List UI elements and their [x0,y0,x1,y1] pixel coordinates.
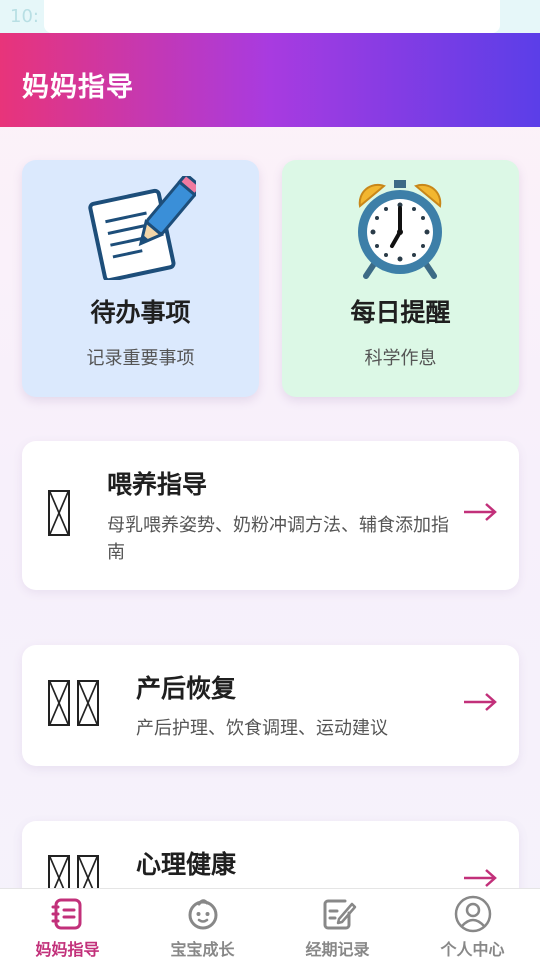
reminder-subtitle: 科学作息 [364,348,437,369]
tab-mom-guide-label: 妈妈指导 [35,940,100,959]
user-avatar-icon [454,895,491,933]
todo-subtitle: 记录重要事项 [86,348,195,369]
feeding-guide-description: 母乳喂养姿势、奶粉冲调方法、辅食添加指南 [107,515,449,563]
reminder-title: 每日提醒 [350,298,451,327]
note-list-icon [51,898,81,930]
page-title: 妈妈指导 [22,72,134,103]
edit-note-icon [323,899,356,930]
arrow-right-icon [464,869,497,887]
status-time: 10: [10,6,39,27]
feeding-guide-card[interactable]: 喂养指导 母乳喂养姿势、奶粉冲调方法、辅食添加指南 [22,441,519,590]
reminder-card[interactable]: 每日提醒 科学作息 [282,160,519,397]
tab-mom-guide[interactable]: 妈妈指导 [0,889,135,960]
todo-title: 待办事项 [90,298,191,327]
baby-face-icon [188,899,217,930]
status-bar: 10: [0,0,540,33]
bottom-tab-bar: 妈妈指导 宝宝成长 经期记录 个人中心 [0,888,540,960]
mental-health-title: 心理健康 [136,850,237,879]
tab-baby-growth-label: 宝宝成长 [170,940,235,959]
status-overlay [44,0,500,33]
arrow-right-icon [464,503,497,521]
missing-glyph-icon [77,680,99,726]
postpartum-recovery-title: 产后恢复 [136,674,237,703]
tab-profile[interactable]: 个人中心 [405,889,540,960]
app-header: 妈妈指导 [0,33,540,127]
missing-glyph-icon [48,490,70,536]
tab-profile-label: 个人中心 [440,940,505,959]
postpartum-recovery-description: 产后护理、饮食调理、运动建议 [136,718,388,739]
tab-period-record-label: 经期记录 [305,940,370,959]
tab-period-record[interactable]: 经期记录 [270,889,405,960]
tab-baby-growth[interactable]: 宝宝成长 [135,889,270,960]
feeding-guide-title: 喂养指导 [107,470,208,499]
alarm-clock-icon [358,180,442,279]
missing-glyph-icon [48,680,70,726]
postpartum-recovery-card[interactable]: 产后恢复 产后护理、饮食调理、运动建议 [22,645,519,766]
arrow-right-icon [464,693,497,711]
todo-card[interactable]: 待办事项 记录重要事项 [22,160,259,397]
memo-icon [88,176,196,280]
